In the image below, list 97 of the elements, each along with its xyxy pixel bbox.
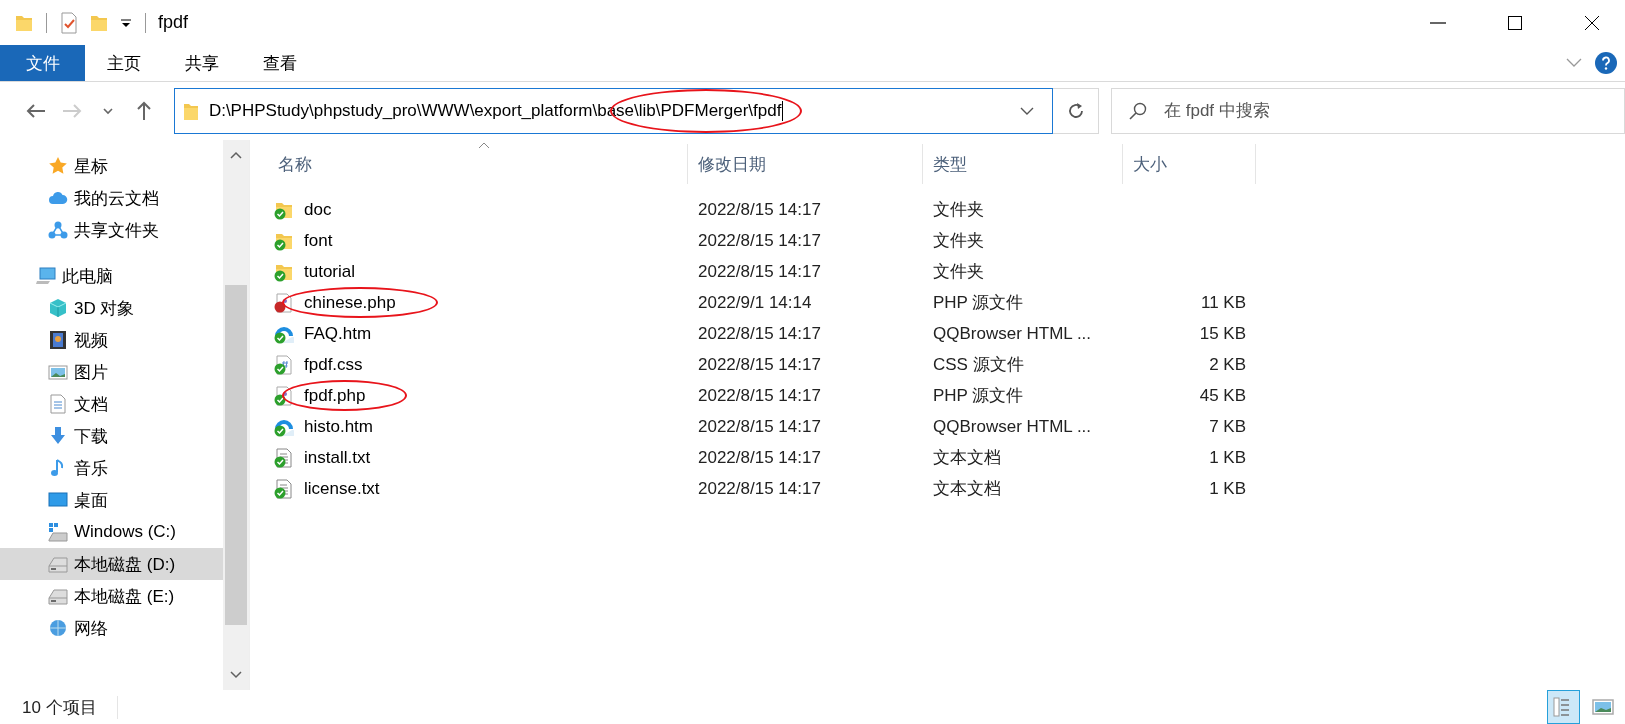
file-name-cell[interactable]: histo.htm bbox=[268, 416, 688, 437]
size-cell-text: 11 KB bbox=[1199, 292, 1247, 313]
folder-icon bbox=[182, 101, 199, 121]
help-icon[interactable] bbox=[1595, 52, 1617, 74]
date-cell-text: 2022/8/15 14:17 bbox=[697, 416, 822, 437]
computer-icon bbox=[36, 266, 56, 286]
column-header[interactable]: 名称 bbox=[268, 144, 688, 184]
up-arrow-icon bbox=[135, 101, 152, 121]
size-cell-text: 15 KB bbox=[1198, 323, 1247, 344]
file-menu-tab[interactable]: 文件 bbox=[0, 45, 85, 81]
file-name-cell[interactable]: install.txt bbox=[268, 447, 688, 468]
type-cell-text: CSS 源文件 bbox=[932, 354, 1025, 376]
sidebar-item[interactable]: 桌面 bbox=[0, 484, 223, 516]
sidebar-item[interactable]: 本地磁盘 (E:) bbox=[0, 580, 223, 612]
picture-icon bbox=[1591, 696, 1614, 718]
maximize-icon bbox=[1506, 14, 1523, 31]
type-cell-text: PHP 源文件 bbox=[932, 292, 1025, 314]
sidebar-item[interactable]: Windows (C:) bbox=[0, 516, 223, 548]
type-cell-text: 文件夹 bbox=[932, 230, 985, 252]
sidebar-item[interactable]: 3D 对象 bbox=[0, 292, 223, 324]
download-arrow-icon bbox=[48, 426, 68, 446]
drive-icon bbox=[48, 554, 68, 574]
back-arrow-icon bbox=[26, 103, 46, 119]
drive-icon bbox=[48, 522, 68, 542]
size-cell-text: 1 KB bbox=[1208, 447, 1247, 468]
size-cell-text: 1 KB bbox=[1208, 478, 1247, 499]
file-name-cell[interactable]: doc bbox=[268, 199, 688, 220]
column-header[interactable]: 修改日期 bbox=[688, 144, 923, 184]
type-cell-text: QQBrowser HTML ... bbox=[932, 416, 1093, 437]
minimize-icon bbox=[1429, 21, 1446, 24]
sidebar-item[interactable]: 本地磁盘 (D:) bbox=[0, 548, 223, 580]
file-name-cell[interactable]: font bbox=[268, 230, 688, 251]
drive-icon bbox=[48, 586, 68, 606]
sidebar-item[interactable]: 视频 bbox=[0, 324, 223, 356]
sidebar-item[interactable]: 星标 bbox=[0, 150, 223, 182]
column-header[interactable]: 大小 bbox=[1123, 144, 1256, 184]
scroll-down-icon[interactable] bbox=[230, 671, 242, 679]
sidebar-item[interactable]: 我的云文档 bbox=[0, 182, 223, 214]
ribbon-tab[interactable]: 共享 bbox=[163, 45, 241, 81]
ribbon-tab[interactable]: 主页 bbox=[85, 45, 163, 81]
type-cell-text: 文本文档 bbox=[932, 447, 1002, 469]
forward-arrow-icon bbox=[61, 103, 82, 119]
chevron-down-icon[interactable] bbox=[1020, 106, 1035, 116]
file-name-cell[interactable]: fpdf.css bbox=[268, 354, 688, 375]
desktop-icon bbox=[48, 490, 68, 510]
share-nodes-icon bbox=[48, 220, 68, 240]
film-strip-icon bbox=[48, 330, 68, 350]
file-name-cell[interactable]: fpdf.php bbox=[268, 385, 688, 406]
size-cell-text: 7 KB bbox=[1208, 416, 1247, 437]
date-cell-text: 2022/8/15 14:17 bbox=[697, 230, 822, 251]
sidebar-item[interactable]: 文档 bbox=[0, 388, 223, 420]
picture-icon bbox=[48, 362, 68, 382]
type-cell-text: QQBrowser HTML ... bbox=[932, 323, 1093, 344]
date-cell-text: 2022/8/15 14:17 bbox=[697, 354, 822, 375]
checklist-icon[interactable] bbox=[59, 11, 79, 34]
sidebar-item[interactable]: 音乐 bbox=[0, 452, 223, 484]
type-cell-text: 文本文档 bbox=[932, 478, 1002, 500]
size-cell-text: 45 KB bbox=[1198, 385, 1247, 406]
ribbon-tab[interactable]: 查看 bbox=[241, 45, 319, 81]
refresh-icon bbox=[1066, 102, 1085, 120]
date-cell-text: 2022/8/15 14:17 bbox=[697, 261, 822, 282]
sidebar-item[interactable]: 此电脑 bbox=[0, 260, 223, 292]
refresh-button[interactable] bbox=[1053, 88, 1099, 134]
expand-ribbon-icon[interactable] bbox=[1565, 57, 1583, 69]
search-icon bbox=[1129, 102, 1147, 120]
cube-icon bbox=[48, 298, 68, 318]
sidebar-item[interactable]: 网络 bbox=[0, 612, 223, 644]
sort-ascending-icon bbox=[477, 142, 490, 149]
scroll-up-icon[interactable] bbox=[230, 151, 242, 159]
search-field[interactable]: 在 fpdf 中搜索 bbox=[1111, 88, 1625, 134]
date-cell-text: 2022/8/15 14:17 bbox=[697, 478, 822, 499]
file-name-cell[interactable]: tutorial bbox=[268, 261, 688, 282]
globe-icon bbox=[48, 618, 68, 638]
chevron-down-icon bbox=[102, 107, 113, 115]
date-cell-text: 2022/8/15 14:17 bbox=[697, 323, 822, 344]
document-icon bbox=[48, 394, 68, 414]
star-icon bbox=[48, 156, 68, 176]
date-cell-text: 2022/8/15 14:17 bbox=[697, 385, 822, 406]
file-name-cell[interactable]: FAQ.htm bbox=[268, 323, 688, 344]
date-cell-text: 2022/8/15 14:17 bbox=[697, 199, 822, 220]
close-icon bbox=[1583, 14, 1600, 31]
details-view-button[interactable] bbox=[1547, 690, 1580, 724]
sidebar-item[interactable]: 共享文件夹 bbox=[0, 214, 223, 246]
date-cell-text: 2022/9/1 14:14 bbox=[697, 292, 813, 313]
size-cell-text: 2 KB bbox=[1208, 354, 1247, 375]
scrollbar-thumb[interactable] bbox=[225, 285, 247, 625]
sidebar-item[interactable]: 下载 bbox=[0, 420, 223, 452]
file-name-cell[interactable]: license.txt bbox=[268, 478, 688, 499]
window-title: fpdf bbox=[158, 12, 189, 33]
date-cell-text: 2022/8/15 14:17 bbox=[697, 447, 822, 468]
sidebar-item[interactable]: 图片 bbox=[0, 356, 223, 388]
type-cell-text: 文件夹 bbox=[932, 199, 985, 221]
file-name-cell[interactable]: chinese.php bbox=[268, 292, 688, 313]
type-cell-text: PHP 源文件 bbox=[932, 385, 1025, 407]
type-cell-text: 文件夹 bbox=[932, 261, 985, 283]
item-count: 10 个项目 bbox=[22, 695, 118, 719]
column-header[interactable]: 类型 bbox=[923, 144, 1123, 184]
